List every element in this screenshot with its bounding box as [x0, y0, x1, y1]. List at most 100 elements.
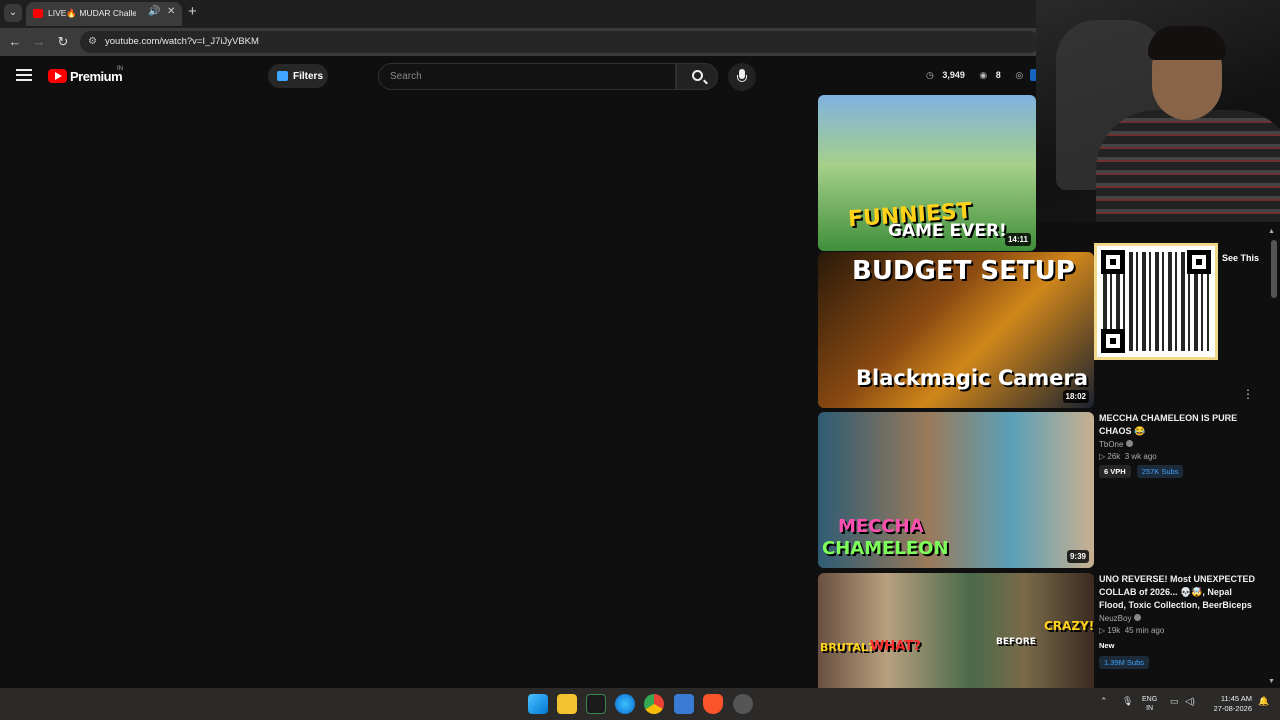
search-button[interactable] — [676, 63, 718, 90]
youtube-header: Premium IN Filters Search ◷ 3,949 ◉ 8 ◎ … — [0, 56, 1047, 96]
country-code: IN — [117, 66, 123, 72]
speaker-icon[interactable]: 🔊 — [148, 6, 160, 17]
thumbnail-text: WHAT? — [870, 639, 921, 654]
clock-icon: ◷ — [926, 70, 934, 80]
forward-arrow-icon[interactable]: → — [30, 33, 48, 51]
views-count: 3,949 — [942, 70, 965, 80]
youtube-premium-wordmark[interactable]: Premium — [70, 69, 123, 84]
youtube-logo-icon[interactable] — [48, 69, 67, 83]
verified-icon — [1134, 614, 1142, 621]
language-code: ENG — [1142, 696, 1158, 703]
network-icon[interactable]: ▭ — [1170, 696, 1179, 707]
youtube-favicon-icon — [33, 9, 43, 18]
channel-label[interactable]: TbOne — [1099, 440, 1123, 449]
video-duration: 18:02 — [1062, 390, 1089, 403]
watching-count: 8 — [995, 70, 1001, 80]
thumbnail-text: CRAZY! — [1044, 619, 1094, 633]
tab-title: LIVE🔥 MUDAR Challeng — [48, 8, 136, 18]
vph-badge: 6 VPH — [1099, 465, 1131, 478]
video-thumbnail[interactable]: BUDGET SETUP Blackmagic Camera 18:02 — [818, 252, 1094, 408]
search-input[interactable]: Search — [378, 63, 676, 90]
thumbnail-text: Blackmagic Camera — [856, 366, 1089, 390]
search-icon — [692, 70, 703, 81]
channel-name[interactable]: NeuzBoy — [1099, 614, 1259, 623]
clock-date: 27-08-2026 — [1213, 704, 1252, 713]
channel-name[interactable]: TbOne — [1099, 440, 1259, 449]
eye-icon: ◉ — [979, 70, 988, 80]
upload-age: 3 wk ago — [1124, 452, 1157, 461]
search-placeholder: Search — [390, 71, 422, 82]
brave-browser-icon[interactable] — [703, 694, 723, 714]
qr-finder — [1101, 250, 1125, 274]
video-title[interactable]: MECCHA CHAMELEON IS PURE CHAOS 😂 — [1099, 412, 1259, 438]
reload-icon[interactable]: ↻ — [54, 33, 72, 51]
chrome-browser-icon[interactable] — [644, 694, 664, 714]
voice-search-button[interactable] — [728, 63, 756, 91]
site-info-icon[interactable]: ⚙ — [88, 36, 97, 47]
video-info[interactable]: UNO REVERSE! Most UNEXPECTED COLLAB of 2… — [1099, 573, 1259, 669]
webcam-overlay — [1036, 0, 1280, 222]
video-info[interactable]: MECCHA CHAMELEON IS PURE CHAOS 😂 TbOne ▷… — [1099, 412, 1259, 478]
verified-icon — [1126, 440, 1134, 447]
video-meta: ▷ 26k 3 wk ago — [1099, 452, 1157, 461]
video-thumbnail[interactable]: MECCHA CHAMELEON 9:39 — [818, 412, 1094, 568]
scroll-down-arrow-icon[interactable]: ▼ — [1268, 678, 1275, 685]
hamburger-menu-icon[interactable] — [16, 69, 32, 81]
streamer-body — [1096, 110, 1280, 222]
store-app-icon[interactable] — [674, 694, 694, 714]
video-thumbnail[interactable]: FUNNIEST GAME EVER! 14:11 — [818, 95, 1036, 251]
notification-bell-icon[interactable]: 🔔 — [1258, 696, 1269, 707]
thumbnail-text: BEFORE — [996, 637, 1036, 647]
video-duration: 9:39 — [1066, 550, 1089, 563]
back-arrow-icon[interactable]: ← — [6, 33, 24, 51]
microphone-tray-icon[interactable]: 🎙 — [1122, 696, 1133, 707]
video-badges: New — [1099, 639, 1259, 652]
volume-icon[interactable]: ◁) — [1185, 696, 1195, 707]
filters-label: Filters — [293, 71, 324, 82]
video-meta: ▷ 19k 45 min ago — [1099, 626, 1165, 635]
edge-browser-icon[interactable] — [615, 694, 635, 714]
thumbnail-text: MECCHA — [838, 516, 924, 537]
channel-label[interactable]: NeuzBoy — [1099, 614, 1131, 623]
more-options-icon[interactable]: ⋮ — [1242, 387, 1254, 401]
views-stat: ◷ 3,949 — [926, 70, 971, 80]
windows-taskbar: ⌃ 🎙 ENG IN ▭ ◁) 11:45 AM 27-08-2026 🔔 — [0, 688, 1280, 720]
browser-tab-active[interactable]: LIVE🔥 MUDAR Challeng 🔊 ✕ — [26, 2, 182, 26]
video-duration: 14:11 — [1004, 233, 1031, 246]
video-title[interactable]: UNO REVERSE! Most UNEXPECTED COLLAB of 2… — [1099, 573, 1259, 612]
filters-button[interactable]: Filters — [268, 64, 328, 88]
new-badge: New — [1099, 641, 1115, 650]
system-clock[interactable]: 11:45 AM 27-08-2026 — [1204, 694, 1252, 714]
terminal-app-icon[interactable] — [586, 694, 606, 714]
microphone-stand — [737, 75, 747, 82]
tray-overflow-icon[interactable]: ⌃ — [1100, 696, 1108, 707]
thumbnail-text: BRUTAL? — [820, 641, 875, 654]
new-tab-button[interactable]: + — [188, 3, 197, 20]
qr-finder — [1187, 250, 1211, 274]
thumbnail-text: BUDGET SETUP — [852, 256, 1075, 286]
qr-code — [1094, 243, 1218, 360]
watching-stat: ◉ 8 — [979, 70, 1006, 80]
thumbnail-text: GAME EVER! — [888, 221, 1007, 241]
thumbnail-text: CHAMELEON — [822, 538, 949, 559]
scrollbar-thumb[interactable] — [1271, 240, 1277, 298]
close-tab-icon[interactable]: ✕ — [167, 6, 175, 17]
filter-icon — [277, 71, 288, 81]
see-this-label: See This — [1222, 253, 1260, 263]
address-bar[interactable]: ⚙ youtube.com/watch?v=I_J7iJyVBKM — [80, 31, 1040, 53]
upload-age: 45 min ago — [1124, 626, 1165, 635]
view-count: 26k — [1107, 452, 1121, 461]
tab-search-chevron-icon[interactable]: ⌄ — [4, 4, 22, 22]
subs-badge: 1.39M Subs — [1099, 656, 1150, 669]
view-count: 19k — [1107, 626, 1121, 635]
file-explorer-icon[interactable] — [557, 694, 577, 714]
scroll-up-arrow-icon[interactable]: ▲ — [1268, 228, 1275, 235]
streamer-hair — [1148, 26, 1226, 60]
video-thumbnail[interactable]: BRUTAL? WHAT? BEFORE CRAZY! — [818, 573, 1094, 688]
address-url[interactable]: youtube.com/watch?v=I_J7iJyVBKM — [105, 36, 259, 47]
clock-time: 11:45 AM — [1220, 694, 1252, 703]
subs-badge: 257K Subs — [1136, 465, 1184, 478]
language-indicator[interactable]: ENG IN — [1142, 695, 1157, 713]
obs-studio-icon[interactable] — [733, 694, 753, 714]
windows-start-icon[interactable] — [528, 694, 548, 714]
